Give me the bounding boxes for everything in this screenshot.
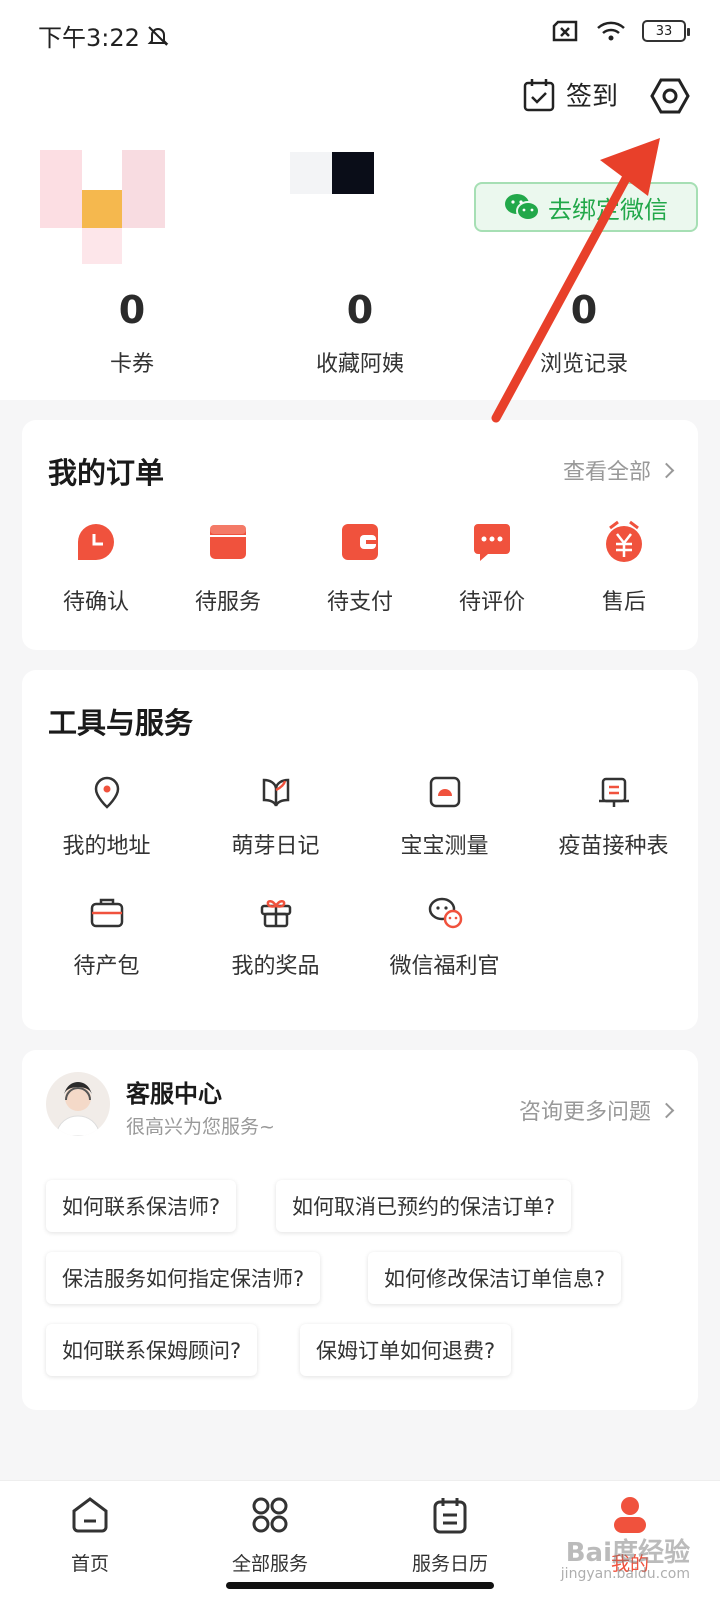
no-sim-icon [552,20,578,42]
nav-label: 服务日历 [411,1553,488,1575]
tool-label: 我的地址 [62,834,151,859]
nav-label: 首页 [70,1553,109,1575]
calendar-icon [433,1498,467,1534]
orders-view-all-label: 查看全部 [562,460,651,485]
wifi-icon [597,21,625,41]
tools-title: 工具与服务 [48,706,194,740]
order-pending-service[interactable]: 待服务 [168,520,288,616]
stat-value: 0 [346,288,374,332]
tool-vaccine[interactable]: 疫苗接种表 [529,774,698,860]
settings-hexagon-icon[interactable] [650,76,690,116]
faq-item[interactable]: 保姆订单如何退费? [300,1324,512,1376]
order-label: 待评价 [458,590,525,615]
service-agent-avatar [46,1072,110,1136]
order-pending-review[interactable]: 待评价 [432,520,552,616]
tool-label: 疫苗接种表 [558,834,669,859]
stat-favorites[interactable]: 0 收藏阿姨 [260,288,460,378]
tool-label: 微信福利官 [389,954,500,979]
order-label: 待服务 [194,590,261,615]
service-more-questions[interactable]: 咨询更多问题 [518,1094,675,1126]
box-icon [210,525,246,559]
order-label: 待确认 [62,590,129,615]
stat-history[interactable]: 0 浏览记录 [484,288,684,378]
service-more-label: 咨询更多问题 [518,1100,651,1125]
stat-coupons[interactable]: 0 卡券 [32,288,232,378]
home-indicator [226,1582,494,1589]
wallet-icon [342,524,378,560]
checkin-button[interactable]: 签到 [522,76,618,113]
calendar-check-icon [523,78,555,111]
tool-address[interactable]: 我的地址 [22,774,191,860]
wechat-icon [505,194,540,221]
customer-service-card: 客服中心 很高兴为您服务~ 咨询更多问题 如何联系保洁师? 如何取消已预约的保洁… [22,1050,698,1410]
faq-item[interactable]: 如何取消已预约的保洁订单? [276,1180,572,1232]
order-status-row: 待确认 待服务 待支付 待评价 售后 [22,520,698,616]
tool-label: 待产包 [73,954,140,979]
grid-icon [252,1497,288,1533]
user-icon [614,1497,646,1533]
service-title: 客服中心 [126,1080,222,1108]
bind-wechat-label: 去绑定微信 [548,195,668,224]
home-icon [72,1497,108,1533]
checkin-label: 签到 [566,82,619,112]
stat-label: 浏览记录 [539,352,628,377]
order-label: 待支付 [326,590,393,615]
stat-value: 0 [570,288,598,332]
mute-bell-icon [147,25,169,46]
order-pending-confirm[interactable]: 待确认 [36,520,156,616]
faq-item[interactable]: 如何联系保姆顾问? [46,1324,258,1376]
bag-icon [90,898,123,928]
order-after-sales[interactable]: 售后 [564,520,684,616]
order-label: 售后 [601,590,646,615]
tool-label: 我的奖品 [231,954,320,979]
tool-wechat-welfare[interactable]: 微信福利官 [360,894,529,980]
watermark-logo: Bai度经验 [565,1538,690,1568]
faq-item[interactable]: 如何联系保洁师? [46,1180,237,1232]
status-icons: 33 [552,20,690,42]
nav-all-services[interactable]: 全部服务 [200,1495,340,1576]
location-icon [94,776,119,809]
chat-icon [474,524,510,561]
order-pending-payment[interactable]: 待支付 [300,520,420,616]
status-time: 下午3:22 [38,18,170,53]
tools-card: 工具与服务 我的地址 萌芽日记 宝宝测量 疫苗接种表 待产包 我的奖品 微信福利… [22,670,698,1030]
nav-calendar[interactable]: 服务日历 [380,1495,520,1576]
username-blurred [290,152,374,194]
yuan-icon [606,520,642,562]
scale-icon [429,776,460,808]
faq-item[interactable]: 如何修改保洁订单信息? [368,1252,622,1304]
service-subtitle: 很高兴为您服务~ [126,1116,275,1138]
bind-wechat-button[interactable]: 去绑定微信 [474,182,698,232]
tool-label: 宝宝测量 [400,834,489,859]
avatar[interactable] [40,150,165,265]
battery-indicator: 33 [642,20,690,42]
calendar-icon [598,777,629,807]
stat-label: 收藏阿姨 [315,352,404,377]
watermark-url: jingyan.baidu.com [560,1566,690,1582]
tool-maternity-bag[interactable]: 待产包 [22,894,191,980]
book-icon [262,778,289,807]
tool-measure[interactable]: 宝宝测量 [360,774,529,860]
wechat-icon [428,897,462,929]
nav-label: 全部服务 [231,1553,308,1575]
orders-card: 我的订单 查看全部 待确认 待服务 待支付 待评价 售后 [22,420,698,650]
nav-home[interactable]: 首页 [20,1495,160,1576]
tool-diary[interactable]: 萌芽日记 [191,774,360,860]
chevron-right-icon [658,1102,675,1118]
chevron-right-icon [658,462,675,478]
agent-avatar-icon [55,1082,101,1136]
orders-view-all[interactable]: 查看全部 [562,454,675,486]
stat-label: 卡券 [109,352,154,377]
tool-prizes[interactable]: 我的奖品 [191,894,360,980]
clock-icon [78,524,114,560]
orders-title: 我的订单 [48,456,165,490]
stat-value: 0 [118,288,146,332]
tool-label: 萌芽日记 [231,834,320,859]
faq-item[interactable]: 保洁服务如何指定保洁师? [46,1252,321,1304]
gift-icon [260,900,291,928]
